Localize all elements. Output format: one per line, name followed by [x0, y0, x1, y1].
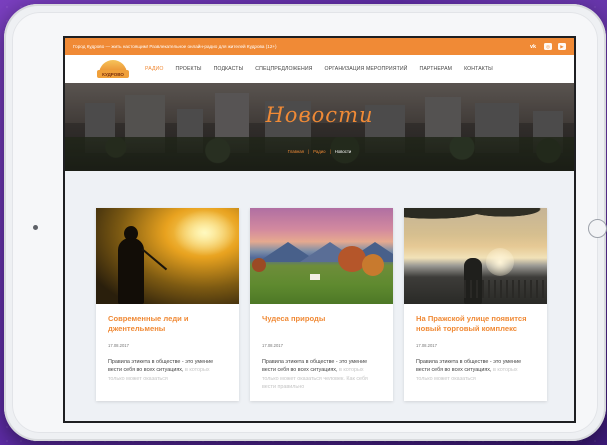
news-image[interactable] — [250, 208, 393, 304]
tablet-device: Город Кудрово — жить настоящим! Развлека… — [4, 4, 607, 441]
hero-banner: Новости Главная | Радио | Новости — [65, 83, 574, 171]
news-image[interactable] — [96, 208, 239, 304]
news-date: 17.08.2017 — [262, 343, 283, 348]
breadcrumb-home[interactable]: Главная — [288, 149, 304, 154]
card-body: На Пражской улице появится новый торговы… — [404, 304, 547, 393]
nav-item-events[interactable]: ОРГАНИЗАЦИЯ МЕРОПРИЯТИЙ — [325, 66, 408, 72]
page-title: Новости — [265, 103, 374, 127]
nav-item-podcasts[interactable]: ПОДКАСТЫ — [214, 66, 244, 72]
home-button[interactable] — [588, 219, 607, 238]
news-title[interactable]: На Пражской улице появится новый торговы… — [416, 314, 535, 334]
instagram-icon[interactable]: ◎ — [544, 43, 552, 50]
news-image[interactable] — [404, 208, 547, 304]
tablet-screen: Город Кудрово — жить настоящим! Развлека… — [63, 36, 576, 423]
top-bar: Город Кудрово — жить настоящим! Развлека… — [65, 38, 574, 55]
hero-overlay — [65, 83, 574, 171]
singer-body — [118, 238, 144, 304]
card-body: Современные леди и джентельмены 17.08.20… — [96, 304, 239, 393]
news-excerpt: Правила этикета в обществе - это умение … — [262, 358, 381, 392]
logo-text: КУДРОВО — [97, 70, 129, 78]
breadcrumb-current: Новости — [334, 149, 352, 154]
news-cards: Современные леди и джентельмены 17.08.20… — [96, 208, 547, 401]
news-card[interactable]: На Пражской улице появится новый торговы… — [404, 208, 547, 401]
news-date: 17.08.2017 — [416, 343, 437, 348]
news-card[interactable]: Чудеса природы 17.08.2017 Правила этикет… — [250, 208, 393, 401]
main-navigation: КУДРОВО РАДИО ПРОЕКТЫ ПОДКАСТЫ СПЕЦПРЕДЛ… — [65, 55, 574, 83]
nav-item-partners[interactable]: ПАРТНЕРАМ — [420, 66, 453, 72]
tree-branches — [404, 208, 547, 230]
railing — [464, 280, 547, 298]
camera-icon — [33, 225, 38, 230]
nav-menu: РАДИО ПРОЕКТЫ ПОДКАСТЫ СПЕЦПРЕДЛОЖЕНИЯ О… — [145, 66, 493, 72]
news-date: 17.08.2017 — [108, 343, 129, 348]
autumn-tree — [362, 254, 384, 276]
breadcrumb: Главная | Радио | Новости — [287, 149, 352, 154]
house — [310, 274, 320, 280]
sunset — [486, 248, 514, 276]
nav-item-special-offers[interactable]: СПЕЦПРЕДЛОЖЕНИЯ — [255, 66, 312, 72]
nav-item-projects[interactable]: ПРОЕКТЫ — [176, 66, 202, 72]
stage-light — [171, 208, 239, 258]
breadcrumb-radio[interactable]: Радио — [313, 149, 325, 154]
youtube-icon[interactable]: ▶ — [558, 43, 566, 50]
autumn-tree — [252, 258, 266, 272]
social-links: vk ◎ ▶ — [528, 43, 566, 50]
news-title[interactable]: Современные леди и джентельмены — [108, 314, 227, 334]
microphone-stand — [141, 248, 168, 271]
nav-item-contacts[interactable]: КОНТАКТЫ — [464, 66, 493, 72]
card-body: Чудеса природы 17.08.2017 Правила этикет… — [250, 304, 393, 402]
nav-item-radio[interactable]: РАДИО — [145, 66, 164, 72]
tagline: Город Кудрово — жить настоящим! Развлека… — [73, 44, 277, 49]
vk-icon[interactable]: vk — [528, 43, 538, 50]
news-excerpt: Правила этикета в обществе - это умение … — [108, 358, 227, 383]
news-excerpt: Правила этикета в обществе - это умение … — [416, 358, 535, 383]
news-title[interactable]: Чудеса природы — [262, 314, 381, 334]
news-card[interactable]: Современные леди и джентельмены 17.08.20… — [96, 208, 239, 401]
site-logo[interactable]: КУДРОВО — [95, 58, 131, 80]
